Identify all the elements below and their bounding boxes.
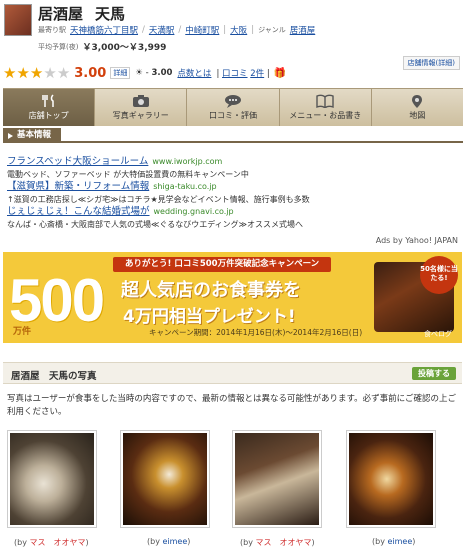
tab-map[interactable]: 地図 bbox=[371, 89, 464, 126]
review-count[interactable]: 2件 bbox=[250, 69, 264, 79]
caption-suffix: ) bbox=[85, 538, 89, 547]
budget-label: 平均予算(夜) bbox=[38, 42, 79, 51]
ad-item: 【滋賀県】新築・リフォーム情報 shiga-taku.co.jp bbox=[7, 181, 462, 194]
photo-caption: (by マス オオヤマ) bbox=[240, 537, 315, 548]
photos-title: 居酒屋 天馬の写真 bbox=[11, 371, 97, 382]
points-about-link[interactable]: 点数とは bbox=[177, 67, 211, 79]
photo-thumbnail[interactable] bbox=[7, 430, 97, 528]
review-label[interactable]: 口コミ bbox=[222, 69, 248, 79]
section-title: 基本情報 bbox=[3, 128, 62, 143]
photo-thumbnail[interactable] bbox=[346, 430, 436, 528]
camera-icon bbox=[132, 95, 149, 107]
caption-suffix: ) bbox=[311, 538, 315, 547]
ad-title-link[interactable]: フランスベッド大阪ショールーム bbox=[7, 156, 148, 167]
review-link[interactable]: | 口コミ 2件 | bbox=[216, 67, 269, 79]
photo-user-link[interactable]: マス オオヤマ bbox=[255, 538, 311, 547]
photo-thumbnail[interactable] bbox=[232, 430, 322, 528]
area-link[interactable]: 大阪 bbox=[230, 24, 247, 36]
star-icon: ★ bbox=[56, 63, 71, 82]
photo-caption: (by eimee) bbox=[372, 537, 415, 546]
nearest-station-label: 最寄り駅 bbox=[38, 26, 66, 34]
shop-title: 天馬 bbox=[95, 5, 126, 23]
shop-thumbnail[interactable] bbox=[4, 4, 32, 36]
caption-prefix: (by bbox=[240, 538, 253, 547]
food-photo bbox=[123, 433, 207, 525]
ad-item: じぇじぇじぇ！こんな結婚式場が wedding.gnavi.co.jp bbox=[7, 206, 462, 219]
photo-note: 写真はユーザーが食事をした当時の内容ですので、最新の情報とは異なる可能性がありま… bbox=[7, 394, 456, 417]
photo-thumbnail[interactable] bbox=[120, 430, 210, 528]
tab-reviews[interactable]: 口コミ・評価 bbox=[187, 89, 280, 126]
tab-menu[interactable]: メニュー・お品書き bbox=[279, 89, 372, 126]
star-icon: ★ bbox=[16, 63, 30, 82]
ad-url[interactable]: wedding.gnavi.co.jp bbox=[154, 207, 234, 216]
book-icon bbox=[316, 94, 334, 108]
rating-score: 3.00 bbox=[74, 65, 107, 81]
ad-title-link[interactable]: じぇじぇじぇ！こんな結婚式場が bbox=[7, 206, 150, 217]
food-photo bbox=[349, 433, 433, 525]
photo-caption: (by eimee) bbox=[147, 537, 190, 546]
budget-price: ￥3,000〜￥3,999 bbox=[82, 43, 167, 53]
banner-unit: 万件 bbox=[13, 327, 32, 337]
shop-name: 居酒屋 天馬 bbox=[38, 3, 137, 24]
speech-bubble-icon bbox=[225, 95, 241, 108]
station-link-2[interactable]: 天満駅 bbox=[149, 24, 175, 36]
tab-photo-gallery[interactable]: 写真ギャラリー bbox=[95, 89, 188, 126]
rating-row: ★ ★ ★ ★ ★ 3.00 詳細 ☀ - 3.00 点数とは | 口コミ 2件… bbox=[0, 62, 466, 84]
genre-label: ジャンル bbox=[258, 26, 286, 34]
tab-label: 店舗トップ bbox=[28, 111, 69, 120]
caption-suffix: ) bbox=[187, 537, 191, 546]
caption-suffix: ) bbox=[412, 537, 416, 546]
section-header: 基本情報 bbox=[3, 128, 463, 143]
star-icon: ★ bbox=[29, 63, 44, 82]
banner-badge: 50名様に当たる! bbox=[420, 256, 458, 294]
ad-url[interactable]: www.iworkjp.com bbox=[152, 157, 222, 166]
lunch-rating: ☀ - 3.00 bbox=[135, 68, 173, 78]
banner-main-line-2: 4万円相当プレゼント! bbox=[123, 307, 296, 327]
banner-period: キャンペーン期間：2014年1月16日(木)〜2014年2月16日(日) bbox=[149, 328, 363, 337]
post-photo-button[interactable]: 投稿する bbox=[412, 367, 456, 380]
campaign-banner[interactable]: 500 万件 ありがとう! 口コミ500万件突破記念キャンペーン 超人気店のお食… bbox=[3, 252, 462, 343]
station-link-1[interactable]: 天神橋筋六丁目駅 bbox=[70, 24, 138, 36]
lunch-score: 3.00 bbox=[151, 68, 173, 78]
tabelog-logo: 食べログ bbox=[424, 330, 452, 338]
photo-user-link[interactable]: eimee bbox=[387, 537, 412, 546]
star-icon: ★ bbox=[43, 63, 57, 82]
ads-block: フランスベッド大阪ショールーム www.iworkjp.com 電動ベッド、ソファ… bbox=[7, 156, 462, 231]
ads-by-label[interactable]: Ads by Yahoo! JAPAN bbox=[376, 236, 458, 245]
banner-main-line-1: 超人気店のお食事券を bbox=[121, 280, 301, 301]
tab-label: 口コミ・評価 bbox=[209, 111, 257, 120]
star-icon: ★ bbox=[3, 63, 17, 82]
fork-knife-icon bbox=[41, 94, 54, 107]
genre-link[interactable]: 居酒屋 bbox=[290, 24, 316, 36]
ad-item: フランスベッド大阪ショールーム www.iworkjp.com bbox=[7, 156, 462, 169]
rating-detail-button[interactable]: 詳細 bbox=[110, 67, 131, 79]
ad-title-link[interactable]: 【滋賀県】新築・リフォーム情報 bbox=[7, 181, 149, 192]
caption-prefix: (by bbox=[372, 537, 385, 546]
banner-headline: ありがとう! 口コミ500万件突破記念キャンペーン bbox=[113, 257, 332, 272]
food-photo bbox=[10, 433, 94, 525]
shop-header: 居酒屋 天馬 最寄り駅 天神橋筋六丁目駅 / 天満駅 / 中崎町駅 | 大阪 | … bbox=[0, 0, 466, 70]
ad-description: なんば・心斎橋・大阪南部で人気の式場≪ぐるなびウエディング≫オススメ式場へ bbox=[7, 219, 304, 229]
food-photo bbox=[235, 433, 319, 525]
shop-tabs: 店舗トップ 写真ギャラリー 口コミ・評価 メニュー・お品書き 地図 bbox=[3, 88, 464, 126]
station-row: 最寄り駅 天神橋筋六丁目駅 / 天満駅 / 中崎町駅 | 大阪 | ジャンル 居… bbox=[38, 24, 316, 36]
map-pin-icon bbox=[412, 95, 423, 108]
photos-header: 居酒屋 天馬の写真 投稿する bbox=[3, 362, 462, 384]
tab-label: 地図 bbox=[409, 111, 426, 120]
photo-caption: (by マス オオヤマ) bbox=[14, 537, 89, 548]
photo-user-link[interactable]: eimee bbox=[162, 537, 187, 546]
tab-label: 写真ギャラリー bbox=[112, 111, 169, 120]
tab-label: メニュー・お品書き bbox=[289, 111, 362, 120]
caption-prefix: (by bbox=[147, 537, 160, 546]
caption-prefix: (by bbox=[14, 538, 27, 547]
gift-icon: 🎁 bbox=[273, 67, 287, 79]
station-link-3[interactable]: 中崎町駅 bbox=[185, 24, 219, 36]
tab-shop-top[interactable]: 店舗トップ bbox=[3, 89, 96, 126]
ad-description: ↑滋賀の工務店探し≪シガ宅≫はコチラ★見学会などイベント情報、施行事例も多数 bbox=[7, 194, 310, 204]
ad-url[interactable]: shiga-taku.co.jp bbox=[153, 182, 216, 191]
ad-description: 電動ベッド、ソファーベッド が大特価設置費の無料キャンペーン中 bbox=[7, 169, 249, 179]
shop-genre-name: 居酒屋 bbox=[38, 5, 84, 23]
budget-row: 平均予算(夜) ￥3,000〜￥3,999 bbox=[38, 40, 167, 54]
photo-user-link[interactable]: マス オオヤマ bbox=[29, 538, 85, 547]
